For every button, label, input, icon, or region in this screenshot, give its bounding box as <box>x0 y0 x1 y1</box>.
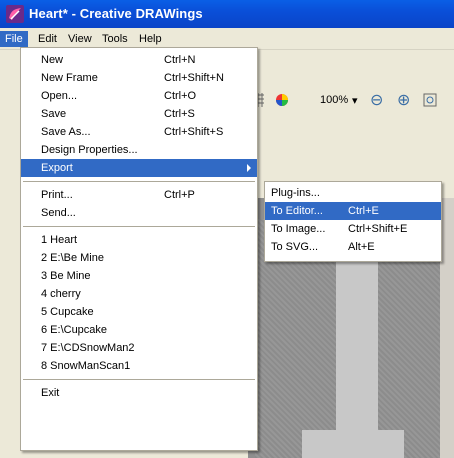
recent-file-label: 8 SnowManScan1 <box>41 360 131 372</box>
menu-separator <box>23 226 255 227</box>
export-submenu: Plug-ins... To Editor... Ctrl+E To Image… <box>264 181 442 262</box>
recent-file-item[interactable]: 8 SnowManScan1 <box>21 357 257 375</box>
recent-file-label: 2 E:\Be Mine <box>41 252 104 264</box>
menu-item-label: Save As... <box>41 126 91 138</box>
menu-item-label: New <box>41 54 64 66</box>
menu-item-shortcut: Ctrl+S <box>164 108 195 120</box>
menu-item-new-frame[interactable]: New Frame Ctrl+Shift+N <box>21 69 257 87</box>
design-shape-vertical[interactable] <box>336 260 378 430</box>
menu-item-send[interactable]: Send... <box>21 204 257 222</box>
menu-item-plugins[interactable]: Plug-ins... <box>265 184 441 202</box>
zoom-level[interactable]: 100% <box>320 94 348 106</box>
menu-item-save[interactable]: Save Ctrl+S <box>21 105 257 123</box>
recent-file-item[interactable]: 4 cherry <box>21 285 257 303</box>
menu-separator <box>23 379 255 380</box>
menu-item-label: Export <box>41 162 73 174</box>
menu-item-shortcut: Ctrl+Shift+N <box>164 72 224 84</box>
menu-item-label: Save <box>41 108 67 120</box>
recent-file-label: 3 Be Mine <box>41 270 91 282</box>
app-logo-icon <box>6 5 24 23</box>
fit-view-icon[interactable] <box>422 92 438 108</box>
recent-file-item[interactable]: 3 Be Mine <box>21 267 257 285</box>
menu-item-design-properties[interactable]: Design Properties... <box>21 141 257 159</box>
submenu-arrow-icon <box>247 164 251 172</box>
menu-item-label: Print... <box>41 189 73 201</box>
menu-item-shortcut: Ctrl+E <box>348 205 379 217</box>
menu-item-label: To Editor... <box>271 205 323 217</box>
color-wheel-icon[interactable] <box>274 92 290 108</box>
menu-item-label: Plug-ins... <box>271 187 320 199</box>
menu-item-label: Send... <box>41 207 76 219</box>
menu-item-shortcut: Ctrl+Shift+S <box>164 126 224 138</box>
menu-item-label: To Image... <box>271 223 326 235</box>
menu-item-shortcut: Ctrl+N <box>164 54 196 66</box>
design-shape-horizontal[interactable] <box>302 430 404 458</box>
menu-item-shortcut: Alt+E <box>348 241 375 253</box>
recent-file-item[interactable]: 6 E:\Cupcake <box>21 321 257 339</box>
menu-item-to-image[interactable]: To Image... Ctrl+Shift+E <box>265 220 441 238</box>
zoom-out-icon[interactable]: ⊖ <box>370 90 383 109</box>
recent-file-label: 6 E:\Cupcake <box>41 324 108 336</box>
recent-file-label: 4 cherry <box>41 288 81 300</box>
recent-file-item[interactable]: 5 Cupcake <box>21 303 257 321</box>
recent-file-item[interactable]: 7 E:\CDSnowMan2 <box>21 339 257 357</box>
toolbar: 100% ▾ ⊖ ⊕ <box>240 86 454 116</box>
vertical-scrollbar[interactable] <box>440 198 454 458</box>
menu-help[interactable]: Help <box>134 31 167 47</box>
menu-item-to-editor[interactable]: To Editor... Ctrl+E <box>265 202 441 220</box>
recent-file-item[interactable]: 2 E:\Be Mine <box>21 249 257 267</box>
zoom-in-icon[interactable]: ⊕ <box>397 90 410 109</box>
menu-item-label: Exit <box>41 387 60 399</box>
file-menu: New Ctrl+N New Frame Ctrl+Shift+N Open..… <box>20 47 258 451</box>
menu-edit[interactable]: Edit <box>33 31 62 47</box>
menu-item-save-as[interactable]: Save As... Ctrl+Shift+S <box>21 123 257 141</box>
recent-file-label: 5 Cupcake <box>41 306 94 318</box>
recent-file-label: 1 Heart <box>41 234 78 246</box>
recent-file-item[interactable]: 1 Heart <box>21 231 257 249</box>
zoom-dropdown-arrow[interactable]: ▾ <box>352 94 358 107</box>
menu-separator <box>23 181 255 182</box>
menu-item-label: Open... <box>41 90 78 102</box>
menu-file[interactable]: File <box>0 31 28 47</box>
menu-item-exit[interactable]: Exit <box>21 384 257 402</box>
menu-item-shortcut: Ctrl+Shift+E <box>348 223 408 235</box>
menu-view[interactable]: View <box>63 31 97 47</box>
menu-item-open[interactable]: Open... Ctrl+O <box>21 87 257 105</box>
menu-item-print[interactable]: Print... Ctrl+P <box>21 186 257 204</box>
menu-tools[interactable]: Tools <box>97 31 133 47</box>
menu-item-label: New Frame <box>41 72 98 84</box>
menu-item-label: To SVG... <box>271 241 319 253</box>
menu-item-new[interactable]: New Ctrl+N <box>21 51 257 69</box>
menu-item-label: Design Properties... <box>41 144 138 156</box>
menu-item-shortcut: Ctrl+P <box>164 189 195 201</box>
menu-item-to-svg[interactable]: To SVG... Alt+E <box>265 238 441 256</box>
menu-item-export[interactable]: Export <box>21 159 257 177</box>
window-title: Heart* - Creative DRAWings <box>29 6 203 21</box>
recent-file-label: 7 E:\CDSnowMan2 <box>41 342 135 354</box>
title-bar: Heart* - Creative DRAWings <box>0 0 454 28</box>
menu-item-shortcut: Ctrl+O <box>164 90 197 102</box>
